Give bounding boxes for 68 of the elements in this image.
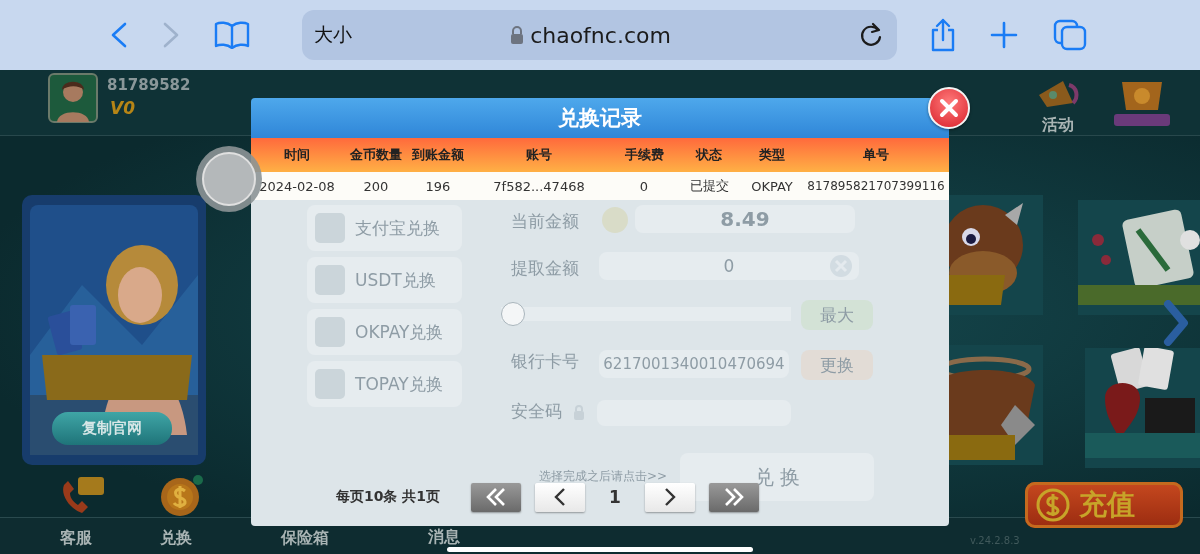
method-icon <box>315 265 345 295</box>
exchange-method-button[interactable]: TOPAY兑换 <box>307 361 462 407</box>
lock-icon <box>510 26 525 44</box>
nav-label[interactable]: 保险箱 <box>281 528 329 549</box>
copy-website-button[interactable]: 复制官网 <box>52 412 172 445</box>
table-cell-text: 已提交 <box>688 177 730 195</box>
dollar-icon <box>1035 487 1071 523</box>
first-page-button[interactable] <box>471 482 521 512</box>
change-button[interactable]: 更换 <box>801 350 873 380</box>
vip-label: V0 <box>110 98 135 118</box>
exchange-method-button[interactable]: 支付宝兑换 <box>307 205 462 251</box>
hint-text: 选择完成之后请点击>> <box>539 468 668 485</box>
method-icon <box>315 317 345 347</box>
field-label: 提取金额 <box>511 257 579 280</box>
dialog-title: 兑换记录 <box>558 105 642 132</box>
reload-icon[interactable] <box>859 22 883 48</box>
card-number-field[interactable]: 6217001340010470694 <box>599 350 789 378</box>
new-tab-icon[interactable] <box>990 21 1018 49</box>
text-size-button[interactable]: 大小 <box>314 22 352 48</box>
column-header: 状态 <box>694 146 723 164</box>
exchange-method-button[interactable]: USDT兑换 <box>307 257 462 303</box>
back-button[interactable] <box>110 22 128 48</box>
column-header: 手续费 <box>623 146 665 164</box>
share-icon[interactable] <box>929 18 957 52</box>
column-header: 类型 <box>758 146 786 164</box>
column-header: 时间 <box>283 146 311 164</box>
activity-label[interactable]: 活动 <box>1042 115 1074 136</box>
close-icon <box>939 98 959 118</box>
coin-icon <box>601 206 629 234</box>
column-header: 到账金额 <box>411 146 465 164</box>
table-cell-text: 0 <box>638 178 650 194</box>
user-id: 81789582 <box>107 76 191 94</box>
amount-field[interactable]: 0 <box>599 252 859 280</box>
previous-page-button[interactable] <box>535 482 585 512</box>
nav-label[interactable]: 兑换 <box>160 528 192 549</box>
page-info: 每页10条 共1页 <box>336 488 442 506</box>
table-cell-text: 2024-02-08 <box>258 178 336 194</box>
current-page: 1 <box>608 487 622 507</box>
table-cell-text: OKPAY <box>750 178 794 194</box>
nav-label[interactable]: 消息 <box>428 527 460 548</box>
column-header: 金币数量 <box>349 146 403 164</box>
field-label: 当前金额 <box>511 210 579 233</box>
chevron-left-icon <box>552 486 568 508</box>
max-button[interactable]: 最大 <box>801 300 873 330</box>
method-icon <box>315 213 345 243</box>
tabs-icon[interactable] <box>1053 19 1087 51</box>
field-label: 安全码 <box>511 400 562 423</box>
next-page-button[interactable] <box>645 482 695 512</box>
avatar-icon[interactable] <box>48 73 98 123</box>
last-page-button[interactable] <box>709 482 759 512</box>
table-cell-text: 7f582...47468 <box>492 178 586 194</box>
table-cell-text: 200 <box>362 178 390 194</box>
field-label: 银行卡号 <box>511 350 579 373</box>
exchange-method-button[interactable]: OKPAY兑换 <box>307 309 462 355</box>
bookmarks-icon[interactable] <box>214 21 250 49</box>
table-cell-text: 817895821707399116 <box>806 179 946 193</box>
address-bar[interactable]: 大小 chaofnc.com <box>302 10 897 60</box>
url-text: chaofnc.com <box>530 22 671 48</box>
recharge-button[interactable]: 充值 <box>1025 482 1183 528</box>
coin-icon[interactable] <box>158 475 204 517</box>
balance-display: 8.49 <box>635 205 855 233</box>
column-header: 单号 <box>862 146 890 164</box>
nav-label[interactable]: 客服 <box>60 528 92 549</box>
method-icon <box>315 369 345 399</box>
slider-thumb[interactable] <box>501 302 525 326</box>
table-cell-text: 196 <box>424 178 452 194</box>
column-header: 账号 <box>525 146 553 164</box>
chevron-right-icon <box>662 486 678 508</box>
